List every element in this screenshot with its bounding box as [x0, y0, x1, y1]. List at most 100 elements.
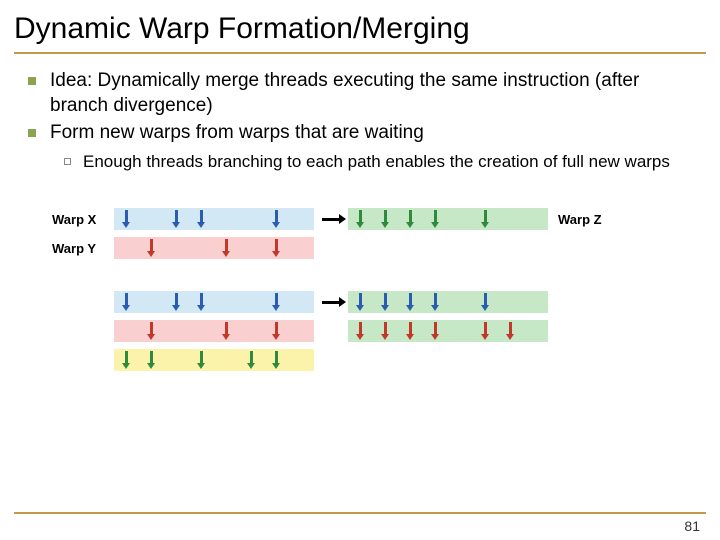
warp-lane: [423, 208, 448, 230]
warp-lane: [448, 208, 473, 230]
warp-lane: [239, 237, 264, 259]
warp-lane: [239, 291, 264, 313]
warp-lane: [289, 208, 314, 230]
thread-arrow-icon: [200, 210, 203, 224]
warp-lane: [264, 291, 289, 313]
warp-lane: [423, 320, 448, 342]
thread-arrow-icon: [125, 210, 128, 224]
warp-lane: [373, 208, 398, 230]
diagram-bottom-group: [52, 289, 692, 373]
thread-arrow-icon: [275, 293, 278, 307]
thread-arrow-icon: [200, 293, 203, 307]
sub-bullet-item: Enough threads branching to each path en…: [64, 151, 692, 174]
content-area: Idea: Dynamically merge threads executin…: [0, 68, 720, 373]
slide-title: Dynamic Warp Formation/Merging: [0, 0, 720, 52]
warp-lane: [289, 291, 314, 313]
warp-lane: [264, 208, 289, 230]
bottom-red-bar: [114, 320, 314, 342]
warp-lane: [398, 320, 423, 342]
warp-x-row: Warp X Warp Z: [52, 206, 692, 232]
thread-arrow-icon: [359, 293, 362, 307]
thread-arrow-icon: [384, 210, 387, 224]
warp-lane: [114, 349, 139, 371]
thread-arrow-icon: [434, 293, 437, 307]
warp-lane: [139, 237, 164, 259]
sub-bullet-icon: [64, 158, 71, 165]
thread-arrow-icon: [225, 322, 228, 336]
warp-lane: [214, 291, 239, 313]
thread-arrow-icon: [384, 293, 387, 307]
warp-lane: [523, 291, 548, 313]
thread-arrow-icon: [175, 293, 178, 307]
warp-x-bar: [114, 208, 314, 230]
warp-lane: [289, 237, 314, 259]
arrow-right-icon: [322, 301, 340, 304]
bullet-icon: [28, 77, 36, 85]
thread-arrow-icon: [359, 322, 362, 336]
warp-lane: [164, 349, 189, 371]
thread-arrow-icon: [359, 210, 362, 224]
warp-lane: [348, 291, 373, 313]
warp-lane: [239, 320, 264, 342]
warp-lane: [214, 208, 239, 230]
thread-arrow-icon: [150, 322, 153, 336]
warp-lane: [139, 349, 164, 371]
warp-lane: [498, 291, 523, 313]
thread-arrow-icon: [150, 351, 153, 365]
warp-lane: [164, 291, 189, 313]
bottom-red-row: [52, 318, 692, 344]
thread-arrow-icon: [275, 239, 278, 253]
warp-z-bar: [348, 208, 548, 230]
warp-lane: [398, 291, 423, 313]
page-number: 81: [684, 518, 700, 534]
thread-arrow-icon: [409, 293, 412, 307]
thread-arrow-icon: [509, 322, 512, 336]
thread-arrow-icon: [434, 210, 437, 224]
warp-lane: [264, 349, 289, 371]
bottom-blue-row: [52, 289, 692, 315]
thread-arrow-icon: [484, 210, 487, 224]
warp-y-bar: [114, 237, 314, 259]
warp-lane: [239, 208, 264, 230]
thread-arrow-icon: [150, 239, 153, 253]
bullet-item: Idea: Dynamically merge threads executin…: [28, 68, 692, 118]
thread-arrow-icon: [484, 322, 487, 336]
warp-lane: [473, 291, 498, 313]
thread-arrow-icon: [409, 210, 412, 224]
warp-lane: [189, 291, 214, 313]
warp-lane: [373, 291, 398, 313]
thread-arrow-icon: [200, 351, 203, 365]
warp-lane: [373, 320, 398, 342]
warp-y-label: Warp Y: [52, 241, 114, 256]
bottom-yellow-bar: [114, 349, 314, 371]
warp-lane: [523, 320, 548, 342]
thread-arrow-icon: [484, 293, 487, 307]
warp-lane: [498, 320, 523, 342]
warp-lane: [239, 349, 264, 371]
warp-lane: [264, 320, 289, 342]
warp-lane: [189, 237, 214, 259]
thread-arrow-icon: [384, 322, 387, 336]
bullet-icon: [28, 129, 36, 137]
diagram-top-group: Warp X Warp Z Warp Y: [52, 206, 692, 261]
warp-lane: [114, 237, 139, 259]
warp-lane: [139, 208, 164, 230]
warp-lane: [348, 320, 373, 342]
thread-arrow-icon: [409, 322, 412, 336]
warp-lane: [114, 208, 139, 230]
thread-arrow-icon: [275, 210, 278, 224]
thread-arrow-icon: [125, 351, 128, 365]
bottom-blue-bar: [114, 291, 314, 313]
warp-lane: [214, 237, 239, 259]
sub-bullet-text: Enough threads branching to each path en…: [83, 151, 670, 174]
warp-lane: [139, 320, 164, 342]
thread-arrow-icon: [175, 210, 178, 224]
arrow-right-icon: [322, 218, 340, 221]
thread-arrow-icon: [125, 293, 128, 307]
warp-lane: [164, 208, 189, 230]
warp-lane: [498, 208, 523, 230]
warp-lane: [214, 320, 239, 342]
warp-lane: [164, 237, 189, 259]
warp-lane: [448, 291, 473, 313]
warp-lane: [139, 291, 164, 313]
